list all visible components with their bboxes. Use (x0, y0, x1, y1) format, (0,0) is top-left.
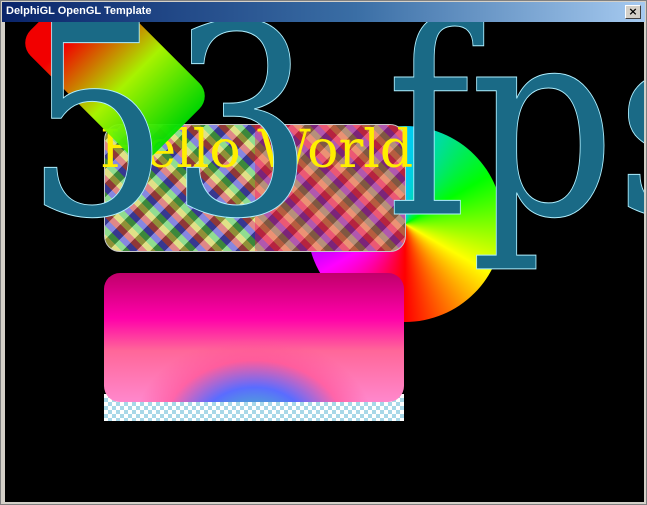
title-bar[interactable]: DelphiGL OpenGL Template × (2, 2, 645, 22)
close-button[interactable]: × (625, 5, 641, 19)
fps-counter: 53 fps (25, 22, 644, 277)
opengl-viewport[interactable]: Hello World 53 fps (5, 22, 644, 502)
gradient-panel (104, 273, 404, 402)
app-window: DelphiGL OpenGL Template × Hello World 5… (0, 0, 647, 505)
close-icon: × (628, 5, 638, 18)
window-title: DelphiGL OpenGL Template (6, 5, 152, 17)
